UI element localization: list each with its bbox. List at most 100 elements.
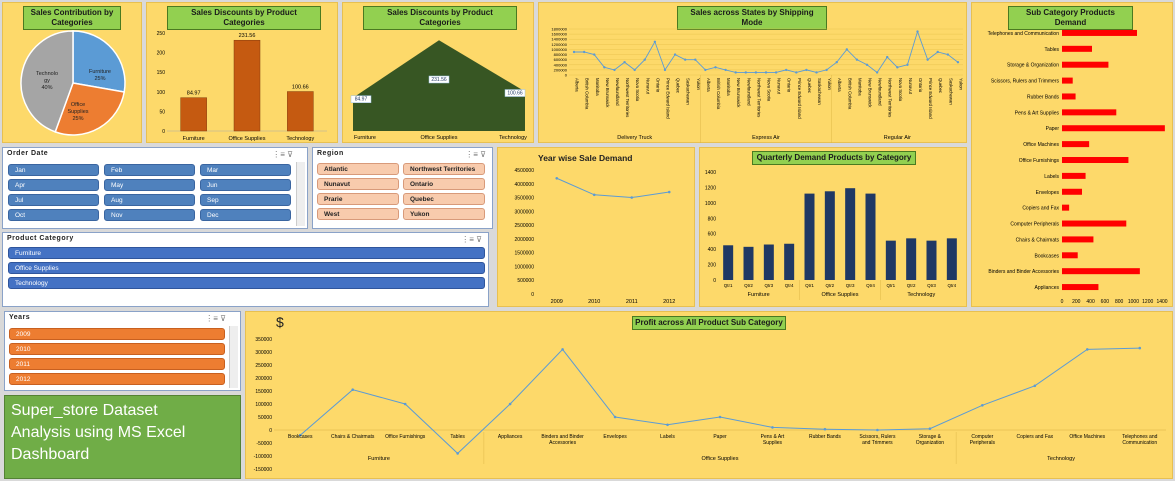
month-button-may[interactable]: May bbox=[104, 179, 195, 191]
month-button-oct[interactable]: Oct bbox=[8, 209, 99, 221]
year-ytick-5: 2000000 bbox=[515, 237, 535, 243]
subcat-bar-10 bbox=[1062, 188, 1082, 195]
subcat-xtick-0: 0 bbox=[1061, 299, 1064, 305]
quarterly-panel: Quarterly Demand Products by Category 14… bbox=[699, 147, 967, 307]
quarter-ytick-2: 1000 bbox=[705, 201, 716, 207]
pie-panel: Sales Contribution by Categories Furnitu… bbox=[2, 2, 142, 143]
year-ytick-2: 3500000 bbox=[515, 196, 535, 202]
profit-xtick-15-0: Office Machines bbox=[1069, 434, 1105, 440]
states-xtick-14: British Columbia bbox=[716, 78, 721, 110]
states-point-30 bbox=[875, 71, 879, 74]
years-scrollbar[interactable] bbox=[229, 326, 238, 388]
states-xtick-30: Newfoundland bbox=[878, 78, 883, 106]
month-button-jun[interactable]: Jun bbox=[200, 179, 291, 191]
subcat-xtick-1: 200 bbox=[1072, 299, 1081, 305]
month-button-jul[interactable]: Jul bbox=[8, 194, 99, 206]
order-date-filter-icons[interactable]: ⋮≡ ⊽ bbox=[272, 150, 293, 159]
subcat-bar-14 bbox=[1062, 252, 1078, 259]
quarter-bar-4 bbox=[804, 193, 815, 280]
subcat-label-13: Chairs & Chairmats bbox=[1016, 237, 1060, 243]
quarter-ytick-3: 800 bbox=[708, 216, 717, 222]
states-point-16 bbox=[734, 71, 737, 74]
years-filter-icons[interactable]: ⋮≡ ⊽ bbox=[205, 314, 226, 323]
region-button-6[interactable]: West bbox=[317, 208, 399, 220]
profit-ytick-10: -150000 bbox=[254, 467, 273, 473]
region-button-0[interactable]: Atlantic bbox=[317, 163, 399, 175]
states-xtick-5: Northwest Territories bbox=[625, 78, 630, 117]
dbar-bar-0 bbox=[180, 97, 207, 132]
profit-chart: 350000 300000 250000 200000 150000 100000 5000… bbox=[254, 337, 1166, 473]
years-heading: Years bbox=[9, 314, 31, 321]
region-filter-icons[interactable]: ⋮≡ ⊽ bbox=[465, 150, 486, 159]
month-button-apr[interactable]: Apr bbox=[8, 179, 99, 191]
states-point-9 bbox=[663, 68, 667, 72]
month-button-nov[interactable]: Nov bbox=[104, 209, 195, 221]
region-button-7[interactable]: Yukon bbox=[403, 208, 485, 220]
profit-xtick-11-1: and Trimmers bbox=[862, 440, 893, 446]
discount-area-chart: 84.97 231.56 100.66 Furniture Office Supplie… bbox=[350, 40, 527, 141]
region-button-1[interactable]: Northwest Territories bbox=[403, 163, 485, 175]
month-button-mar[interactable]: Mar bbox=[200, 164, 291, 176]
states-xtick-28: Manitoba bbox=[857, 78, 862, 96]
dbar-label-2: 100.66 bbox=[292, 85, 309, 91]
year-button-2012[interactable]: 2012 bbox=[9, 373, 225, 385]
quarter-qlabel-5: Qtr2 bbox=[825, 283, 834, 288]
month-button-aug[interactable]: Aug bbox=[104, 194, 195, 206]
states-point-31 bbox=[886, 55, 889, 59]
subcat-bar-3 bbox=[1062, 77, 1073, 84]
year-button-2011[interactable]: 2011 bbox=[9, 358, 225, 370]
month-button-sep[interactable]: Sep bbox=[200, 194, 291, 206]
darea-cat-2: Technology bbox=[499, 135, 527, 141]
product-category-button-2[interactable]: Technology bbox=[8, 277, 485, 289]
month-button-dec[interactable]: Dec bbox=[200, 209, 291, 221]
order-date-scrollbar[interactable] bbox=[296, 162, 305, 226]
pie-slice-0 bbox=[72, 30, 126, 93]
profit-group-0: Furniture bbox=[368, 456, 390, 462]
states-xtick-37: Saskachewan bbox=[948, 78, 953, 105]
year-button-2010[interactable]: 2010 bbox=[9, 343, 225, 355]
product-category-button-0[interactable]: Furniture bbox=[8, 247, 485, 259]
quarter-bar-5 bbox=[824, 191, 835, 280]
profit-point-16 bbox=[1138, 346, 1142, 350]
product-category-slicer: Product Category ⋮≡ ⊽ Furniture Office Su… bbox=[2, 232, 489, 307]
pie-label-technology-2: 40% bbox=[41, 85, 52, 91]
region-button-5[interactable]: Quebec bbox=[403, 193, 485, 205]
states-point-21 bbox=[785, 68, 788, 72]
quarter-ytick-0: 1400 bbox=[705, 170, 716, 176]
month-button-feb[interactable]: Feb bbox=[104, 164, 195, 176]
quarter-bar-10 bbox=[926, 240, 937, 280]
states-xtick-4: Newfoundland bbox=[615, 78, 620, 106]
region-slicer: Region ⋮≡ ⊽ Atlantic Northwest Territorie… bbox=[312, 147, 493, 229]
region-button-4[interactable]: Prarie bbox=[317, 193, 399, 205]
region-heading: Region bbox=[317, 150, 344, 157]
states-group-2: Regular Air bbox=[884, 135, 911, 141]
states-ytick-9: 0 bbox=[565, 73, 568, 78]
states-point-8 bbox=[653, 40, 657, 43]
quarter-bar-6 bbox=[845, 188, 856, 280]
states-point-34 bbox=[916, 30, 919, 33]
states-xtick-7: Nunavut bbox=[645, 78, 650, 95]
states-xtick-3: New Brunswick bbox=[605, 78, 610, 108]
profit-point-11 bbox=[876, 428, 879, 432]
quarter-bar-8 bbox=[885, 240, 896, 280]
states-xtick-22: Prince Edward Island bbox=[797, 78, 802, 119]
profit-ytick-3: 200000 bbox=[255, 376, 272, 382]
quarter-qlabel-2: Qtr3 bbox=[764, 283, 773, 288]
darea-cat-1: Office Supplies bbox=[421, 135, 458, 141]
states-xtick-35: Prince Edward Island bbox=[928, 78, 933, 119]
profit-xtick-10-0: Rubber Bands bbox=[809, 434, 841, 440]
profit-xtick-14-0: Copiers and Fax bbox=[1016, 434, 1053, 440]
subcat-label-3: Scissors, Rulers and Trimmers bbox=[991, 79, 1060, 85]
region-button-3[interactable]: Ontario bbox=[403, 178, 485, 190]
region-button-2[interactable]: Nunavut bbox=[317, 178, 399, 190]
product-category-button-1[interactable]: Office Supplies bbox=[8, 262, 485, 274]
states-xtick-19: Nova Scotia bbox=[767, 78, 772, 102]
product-category-filter-icons[interactable]: ⋮≡ ⊽ bbox=[461, 235, 482, 244]
month-button-jan[interactable]: Jan bbox=[8, 164, 99, 176]
dbar-ytick-5: 0 bbox=[162, 129, 165, 135]
subcat-label-5: Pens & Art Supplies bbox=[1015, 110, 1060, 116]
subcat-xtick-3: 600 bbox=[1101, 299, 1110, 305]
states-xtick-13: Alberta bbox=[706, 78, 711, 92]
year-point-1 bbox=[592, 193, 596, 197]
year-button-2009[interactable]: 2009 bbox=[9, 328, 225, 340]
